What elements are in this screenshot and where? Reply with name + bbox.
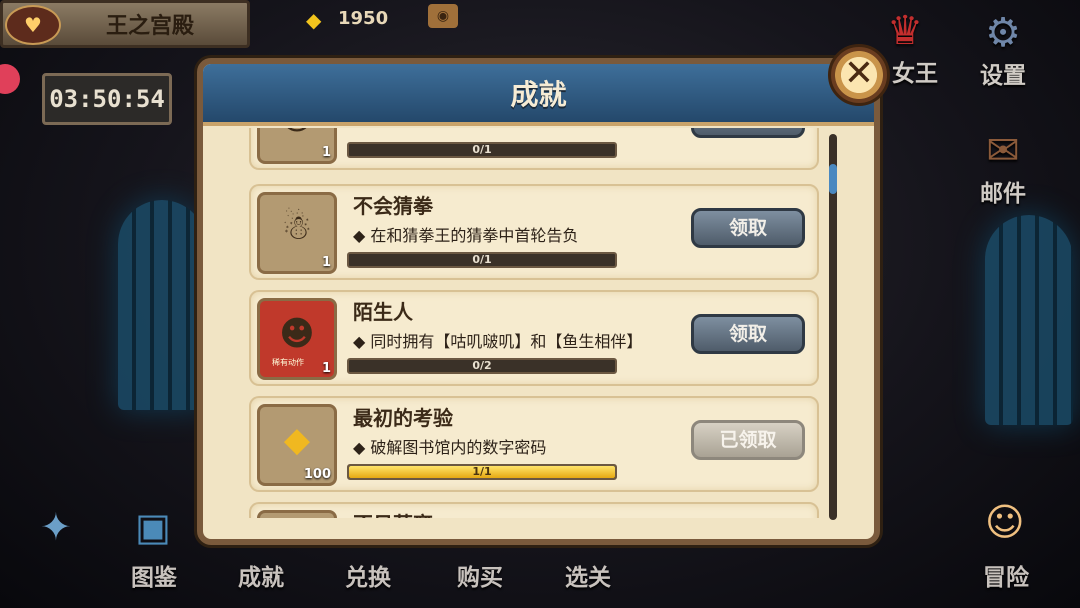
reward-qty: 100 xyxy=(303,467,331,482)
claimed-button: 已领取 xyxy=(691,420,805,460)
reward-qty: 1 xyxy=(321,361,331,376)
compass-icon[interactable]: ✦ xyxy=(40,505,72,549)
mail-button[interactable]: ✉ 邮件 xyxy=(980,128,1026,208)
achievement-row: ◆ 100 最初的考验 ◆ 破解图书馆内的数字密码 1/1 已领取 xyxy=(249,396,819,492)
crown-icon: ♛ xyxy=(887,8,923,54)
adventure-avatar-icon[interactable]: ☺ xyxy=(985,500,1025,544)
codex-button[interactable]: 图鉴 xyxy=(131,558,177,592)
claim-button[interactable] xyxy=(691,128,805,138)
achievement-thumb: ☻ 稀有动作 1 xyxy=(257,298,337,380)
camera-icon[interactable]: ◉ xyxy=(428,4,458,28)
reward-qty: 1 xyxy=(321,255,331,270)
location-title: 王之宫殿 xyxy=(105,14,194,39)
crest-icon: ♥ xyxy=(5,5,61,45)
achievement-thumb: ☺ 1 xyxy=(257,128,337,164)
adventure-button[interactable]: 冒险 xyxy=(983,558,1029,592)
progress-bar: 0/1 xyxy=(347,142,617,158)
progress-bar: 1/1 xyxy=(347,464,617,480)
scrollbar[interactable] xyxy=(829,134,837,520)
level-select-button[interactable]: 选关 xyxy=(565,558,611,592)
modal-header: 成就 xyxy=(203,64,874,126)
achievement-title: 最初的考验 xyxy=(353,406,453,430)
character-pair-icon: ☻ xyxy=(279,314,315,354)
progress-label: 1/1 xyxy=(472,465,492,478)
countdown-timer: 03:50:54 xyxy=(42,73,172,125)
stained-glass-window xyxy=(118,200,206,410)
exchange-button[interactable]: 兑换 xyxy=(345,558,391,592)
achievement-list[interactable]: ☺ 1 0/1 ☃ 1 不会猜拳 ◆ 在和猜拳王的猜拳中首轮告负 0/1 领取 … xyxy=(231,128,827,518)
settings-label: 设置 xyxy=(980,63,1026,89)
gem-count: 1950 xyxy=(338,8,389,29)
character-icon: ☃ xyxy=(281,208,313,248)
achievements-button[interactable]: 成就 xyxy=(238,558,284,592)
settings-button[interactable]: ⚙ 设置 xyxy=(980,10,1026,90)
close-button[interactable]: ✕ xyxy=(828,44,890,106)
achievement-title: 不日莫离 xyxy=(353,508,433,518)
achievement-row: ☃ 1 不会猜拳 ◆ 在和猜拳王的猜拳中首轮告负 0/1 领取 xyxy=(249,184,819,280)
progress-label: 0/2 xyxy=(472,359,492,372)
card-icon[interactable]: ▣ xyxy=(135,505,171,549)
progress-bar: 0/2 xyxy=(347,358,617,374)
character-icon: ☺ xyxy=(266,128,328,149)
progress-bar: 0/1 xyxy=(347,252,617,268)
achievement-title: 陌生人 xyxy=(353,300,413,324)
progress-label: 0/1 xyxy=(472,143,492,156)
reward-qty: 1 xyxy=(321,145,331,160)
rare-action-label: 稀有动作 xyxy=(272,358,304,367)
queen-label: 女王 xyxy=(892,61,938,87)
location-plate: ♥ 王之宫殿 xyxy=(0,0,250,48)
achievement-thumb: ☃ 1 xyxy=(257,192,337,274)
achievement-row: ☺ 1 0/1 xyxy=(249,128,819,170)
achievement-row: ☻ 稀有动作 1 陌生人 ◆ 同时拥有【咕叽啵叽】和【鱼生相伴】 0/2 领取 xyxy=(249,290,819,386)
claim-button[interactable]: 领取 xyxy=(691,314,805,354)
achievement-desc: ◆ 在和猜拳王的猜拳中首轮告负 xyxy=(353,226,579,245)
achievement-desc: ◆ 同时拥有【咕叽啵叽】和【鱼生相伴】 xyxy=(353,332,643,351)
modal-title: 成就 xyxy=(510,78,567,111)
achievement-title: 不会猜拳 xyxy=(353,194,433,218)
chest-icon: ✉ xyxy=(986,128,1020,174)
gear-icon: ⚙ xyxy=(985,10,1021,56)
mail-label: 邮件 xyxy=(980,181,1026,207)
scroll-thumb[interactable] xyxy=(829,164,837,194)
gem-icon: ◆ xyxy=(306,8,322,32)
achievement-row: 不日莫离 xyxy=(249,502,819,518)
gem-icon: ◆ xyxy=(283,420,311,460)
purchase-button[interactable]: 购买 xyxy=(457,558,503,592)
achievement-thumb: ◆ 100 xyxy=(257,404,337,486)
stained-glass-window xyxy=(985,215,1073,425)
achievement-thumb xyxy=(257,510,337,518)
progress-label: 0/1 xyxy=(472,253,492,266)
achievement-desc: ◆ 破解图书馆内的数字密码 xyxy=(353,438,547,457)
claim-button[interactable]: 领取 xyxy=(691,208,805,248)
